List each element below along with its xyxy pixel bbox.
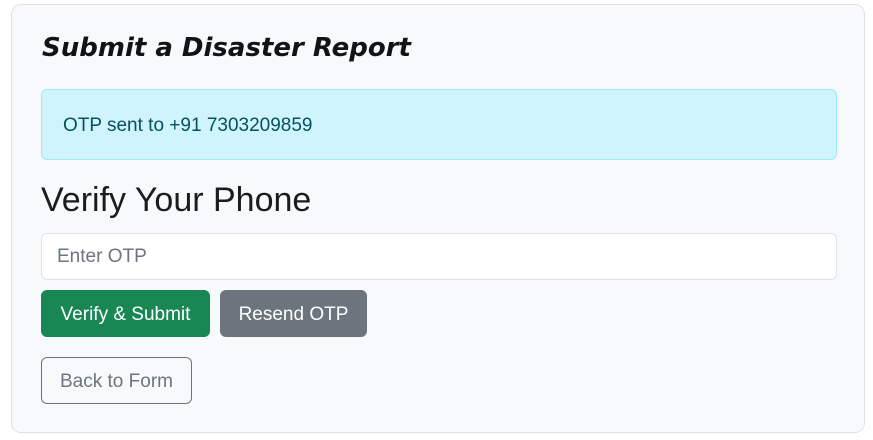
- otp-sent-alert-text: OTP sent to +91 7303209859: [63, 115, 313, 136]
- back-to-form-button[interactable]: Back to Form: [41, 357, 192, 404]
- otp-input[interactable]: [41, 233, 837, 280]
- otp-sent-alert: OTP sent to +91 7303209859: [41, 89, 837, 160]
- page-title: Submit a Disaster Report: [42, 33, 411, 63]
- resend-otp-button[interactable]: Resend OTP: [220, 290, 367, 337]
- verify-phone-heading: Verify Your Phone: [41, 181, 312, 219]
- report-card: Submit a Disaster Report OTP sent to +91…: [11, 4, 865, 433]
- verify-submit-button[interactable]: Verify & Submit: [41, 290, 210, 337]
